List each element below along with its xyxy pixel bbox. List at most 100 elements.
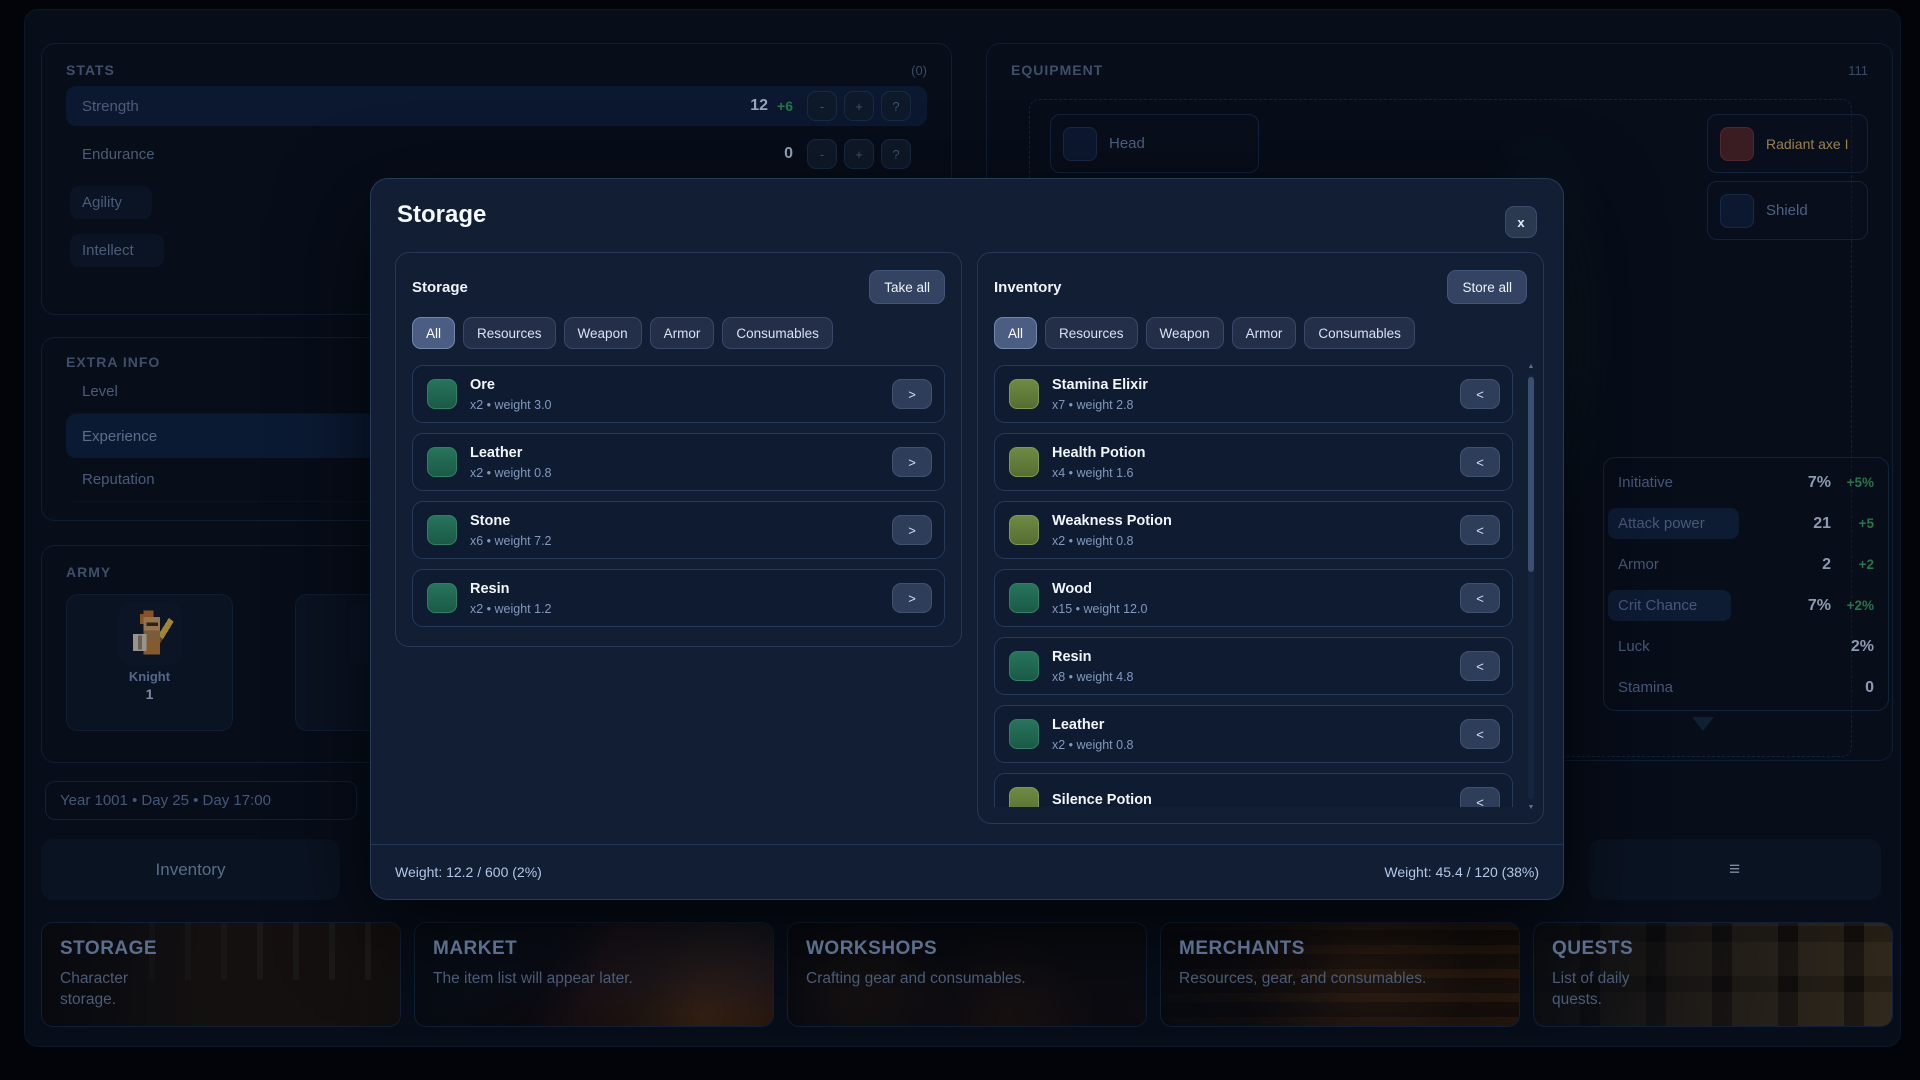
tab-armor[interactable]: Armor (650, 317, 715, 349)
stat-help-button[interactable]: ? (881, 91, 911, 121)
potion-item-icon (1009, 515, 1039, 545)
resource-item-icon (427, 447, 457, 477)
combat-row-initiative: Initiative 7%+5% (1618, 462, 1874, 503)
inventory-weight-text: Weight: 45.4 / 120 (38%) (1384, 864, 1539, 880)
move-to-inventory-button[interactable]: > (892, 515, 932, 545)
arrow-right-icon: > (908, 523, 916, 538)
move-to-storage-button[interactable]: < (1460, 447, 1500, 477)
move-to-storage-button[interactable]: < (1460, 379, 1500, 409)
inventory-panel-title: Inventory (994, 279, 1062, 296)
scroll-down-icon[interactable]: ▼ (1526, 804, 1536, 811)
arrow-left-icon: < (1476, 727, 1484, 742)
move-to-storage-button[interactable]: < (1460, 515, 1500, 545)
move-to-inventory-button[interactable]: > (892, 447, 932, 477)
unit-count: 1 (146, 686, 154, 702)
item-row-leather[interactable]: Leatherx2 • weight 0.8 > (412, 433, 945, 491)
move-to-storage-button[interactable]: < (1460, 787, 1500, 807)
equipment-slot-shield[interactable]: Shield (1707, 181, 1868, 240)
game-time-bar: Year 1001 • Day 25 • Day 17:00 (45, 781, 357, 820)
stat-value: 0 (784, 145, 793, 163)
resource-item-icon (427, 379, 457, 409)
location-card-storage[interactable]: STORAGE Character storage. (41, 922, 401, 1027)
combat-row-stamina: Stamina 0 (1618, 667, 1874, 708)
combat-row-armor: Armor 2+2 (1618, 544, 1874, 585)
tab-weapon[interactable]: Weapon (1146, 317, 1224, 349)
tab-consumables[interactable]: Consumables (722, 317, 833, 349)
stat-delta: +6 (777, 98, 793, 114)
equipment-title: EQUIPMENT (1011, 62, 1103, 78)
stat-row-strength: Strength 12+6 - + ? (66, 86, 927, 126)
arrow-left-icon: < (1476, 795, 1484, 808)
close-button[interactable]: x (1505, 206, 1537, 238)
take-all-button[interactable]: Take all (869, 270, 945, 304)
tab-all[interactable]: All (994, 317, 1037, 349)
item-row-weakness-potion[interactable]: Weakness Potionx2 • weight 0.8 < (994, 501, 1513, 559)
storage-modal: Storage x Storage Take all All Resources… (370, 178, 1564, 900)
combat-stats-box: Initiative 7%+5% Attack power 21+5 Armor… (1603, 457, 1889, 711)
increase-stat-button[interactable]: + (844, 91, 874, 121)
move-to-storage-button[interactable]: < (1460, 651, 1500, 681)
modal-inventory-panel: Inventory Store all All Resources Weapon… (977, 252, 1544, 824)
item-row-resin[interactable]: Resinx8 • weight 4.8 < (994, 637, 1513, 695)
arrow-left-icon: < (1476, 591, 1484, 606)
tab-consumables[interactable]: Consumables (1304, 317, 1415, 349)
unit-name: Knight (129, 669, 170, 684)
arrow-left-icon: < (1476, 659, 1484, 674)
stat-help-button[interactable]: ? (881, 139, 911, 169)
location-card-merchants[interactable]: MERCHANTS Resources, gear, and consumabl… (1160, 922, 1520, 1027)
arrow-left-icon: < (1476, 523, 1484, 538)
location-card-market[interactable]: MARKET The item list will appear later. (414, 922, 774, 1027)
stats-points-badge: (0) (911, 63, 927, 78)
tab-armor[interactable]: Armor (1232, 317, 1297, 349)
stat-value: 12 (750, 97, 768, 115)
item-row-health-potion[interactable]: Health Potionx4 • weight 1.6 < (994, 433, 1513, 491)
store-all-button[interactable]: Store all (1447, 270, 1527, 304)
item-row-silence-potion[interactable]: Silence Potion < (994, 773, 1513, 807)
item-row-resin[interactable]: Resinx2 • weight 1.2 > (412, 569, 945, 627)
equipment-slot-weapon[interactable]: Radiant axe I (1707, 114, 1868, 173)
decrease-stat-button[interactable]: - (807, 91, 837, 121)
stat-row-endurance: Endurance 0 - + ? (66, 134, 927, 174)
move-to-inventory-button[interactable]: > (892, 583, 932, 613)
extra-info-title: EXTRA INFO (66, 354, 160, 370)
increase-stat-button[interactable]: + (844, 139, 874, 169)
arrow-right-icon: > (908, 455, 916, 470)
item-row-stone[interactable]: Stonex6 • weight 7.2 > (412, 501, 945, 559)
scroll-up-icon[interactable]: ▲ (1526, 363, 1536, 370)
tab-all[interactable]: All (412, 317, 455, 349)
decrease-stat-button[interactable]: - (807, 139, 837, 169)
combat-row-luck: Luck 2% (1618, 626, 1874, 667)
army-unit-knight[interactable]: Knight 1 (66, 594, 233, 731)
move-to-storage-button[interactable]: < (1460, 719, 1500, 749)
combat-row-crit-chance: Crit Chance 7%+2% (1618, 585, 1874, 626)
item-row-leather[interactable]: Leatherx2 • weight 0.8 < (994, 705, 1513, 763)
resource-item-icon (427, 515, 457, 545)
inventory-scrollbar[interactable]: ▲ ▼ (1526, 365, 1536, 809)
potion-item-icon (1009, 379, 1039, 409)
item-row-wood[interactable]: Woodx15 • weight 12.0 < (994, 569, 1513, 627)
tab-resources[interactable]: Resources (463, 317, 556, 349)
equipment-slot-head[interactable]: Head (1050, 114, 1259, 173)
potion-item-icon (1009, 787, 1039, 807)
potion-item-icon (1009, 447, 1039, 477)
storage-weight-text: Weight: 12.2 / 600 (2%) (395, 864, 542, 880)
location-card-quests[interactable]: QUESTS List of daily quests. (1533, 922, 1893, 1027)
item-row-ore[interactable]: Orex2 • weight 3.0 > (412, 365, 945, 423)
empty-slot-icon (1063, 127, 1097, 161)
radiant-axe-icon (1720, 127, 1754, 161)
tab-weapon[interactable]: Weapon (564, 317, 642, 349)
move-to-inventory-button[interactable]: > (892, 379, 932, 409)
location-card-workshops[interactable]: WORKSHOPS Crafting gear and consumables. (787, 922, 1147, 1027)
resource-item-icon (1009, 651, 1039, 681)
hamburger-icon: ≡ (1729, 859, 1741, 881)
move-to-storage-button[interactable]: < (1460, 583, 1500, 613)
arrow-right-icon: > (908, 591, 916, 606)
menu-button[interactable]: ≡ (1589, 839, 1881, 900)
knight-icon (119, 603, 181, 665)
tab-resources[interactable]: Resources (1045, 317, 1138, 349)
item-row-stamina-elixir[interactable]: Stamina Elixirx7 • weight 2.8 < (994, 365, 1513, 423)
scrollbar-thumb[interactable] (1528, 377, 1534, 572)
inventory-tab-button[interactable]: Inventory (41, 839, 340, 900)
arrow-right-icon: > (908, 387, 916, 402)
game-time-text: Year 1001 • Day 25 • Day 17:00 (60, 792, 271, 809)
